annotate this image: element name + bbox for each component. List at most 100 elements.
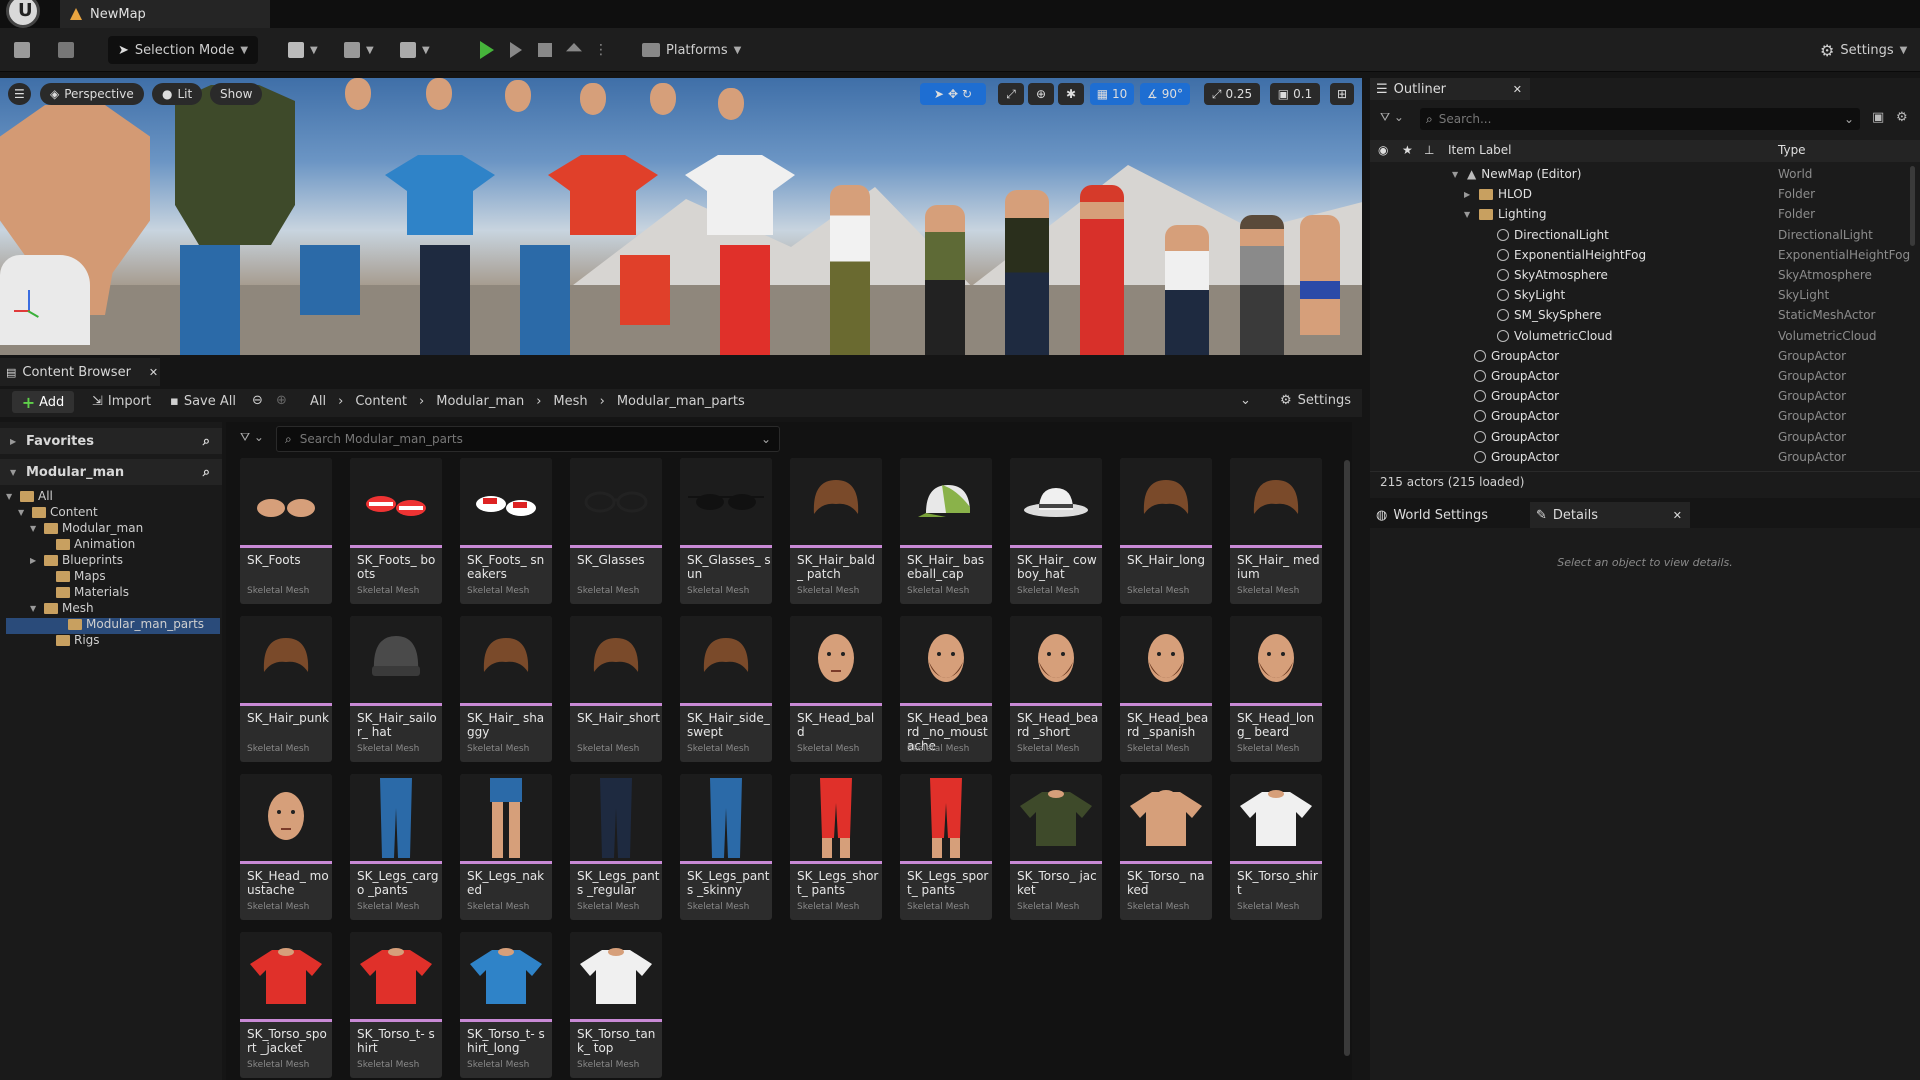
content-browser-tab[interactable]: ▤ Content Browser ✕ (0, 358, 160, 386)
sport-pants-model[interactable] (720, 245, 770, 355)
add-button[interactable]: + Add (12, 391, 74, 413)
pin-icon[interactable]: ⊥ (1424, 143, 1434, 157)
back-icon[interactable]: ⊖ (252, 393, 263, 408)
save-all-button[interactable]: ▪ Save All (170, 394, 236, 409)
asset-tile[interactable]: SK_Hair_short Skeletal Mesh (570, 616, 662, 762)
tree-folder-materials[interactable]: Materials (42, 584, 129, 600)
world-settings-tab[interactable]: ◍ World Settings (1370, 502, 1530, 528)
outliner-search-input[interactable]: ⌕ Search... ⌄ (1420, 108, 1860, 130)
perspective-button[interactable]: ◈ Perspective (40, 83, 144, 105)
tree-folder-mesh[interactable]: ▼ Mesh (30, 600, 94, 616)
asset-tile[interactable]: SK_Hair_ cowboy_hat Skeletal Mesh (1010, 458, 1102, 604)
eject-button[interactable] (560, 36, 588, 64)
outliner-row[interactable]: GroupActor GroupActor (1370, 366, 1920, 386)
play-button[interactable] (474, 36, 500, 64)
chevron-icon[interactable]: ▼ (6, 492, 16, 501)
item-label-column[interactable]: Item Label (1448, 143, 1512, 157)
import-button[interactable]: ⇲ Import (92, 394, 151, 409)
shorts-red-model[interactable] (620, 255, 670, 325)
outliner-row[interactable]: SkyLight SkyLight (1370, 285, 1920, 305)
breadcrumb-item[interactable]: Content (355, 394, 407, 409)
asset-tile[interactable]: SK_Torso_sport _jacket Skeletal Mesh (240, 932, 332, 1078)
character-model[interactable] (1240, 215, 1284, 355)
outliner-row[interactable]: SM_SkySphere StaticMeshActor (1370, 305, 1920, 325)
outliner-row[interactable]: ▶ HLOD Folder (1370, 184, 1920, 204)
asset-tile[interactable]: SK_Legs_short_ pants Skeletal Mesh (790, 774, 882, 920)
asset-tile[interactable]: SK_Torso_ naked Skeletal Mesh (1120, 774, 1212, 920)
show-button[interactable]: Show (210, 83, 263, 105)
outliner-row[interactable]: SkyAtmosphere SkyAtmosphere (1370, 265, 1920, 285)
asset-tile[interactable]: SK_Hair_bald_ patch Skeletal Mesh (790, 458, 882, 604)
jacket-model[interactable] (175, 85, 295, 245)
asset-tile[interactable]: SK_Head_ moustache Skeletal Mesh (240, 774, 332, 920)
outliner-row[interactable]: GroupActor GroupActor (1370, 346, 1920, 366)
breadcrumb-item[interactable]: All (310, 394, 326, 409)
tree-folder-rigs[interactable]: Rigs (42, 632, 100, 648)
content-browser-icon[interactable] (52, 36, 80, 64)
asset-tile[interactable]: SK_Hair_ medium Skeletal Mesh (1230, 458, 1322, 604)
tree-folder-modular-man-parts[interactable]: Modular_man_parts (54, 616, 204, 632)
platforms-button[interactable]: Platforms ▼ (636, 36, 747, 64)
stop-button[interactable] (532, 36, 558, 64)
tree-folder-content[interactable]: ▼ Content (18, 504, 98, 520)
asset-search-input[interactable]: ⌕ Search Modular_man_parts ⌄ (276, 426, 780, 452)
outliner-row[interactable]: GroupActor GroupActor (1370, 447, 1920, 467)
tshirt-blue-model[interactable] (385, 155, 495, 235)
surface-snap-icon[interactable]: ✱ (1058, 83, 1084, 105)
asset-tile[interactable]: SK_Glasses_ sun Skeletal Mesh (680, 458, 772, 604)
tshirt-red-model[interactable] (548, 155, 658, 235)
asset-tile[interactable]: SK_Foots_ sneakers Skeletal Mesh (460, 458, 552, 604)
close-icon[interactable]: ✕ (1673, 509, 1682, 522)
outliner-tab[interactable]: ☰ Outliner ✕ (1370, 78, 1530, 100)
asset-tile[interactable]: SK_Hair_ baseball_cap Skeletal Mesh (900, 458, 992, 604)
outliner-row[interactable]: ▼ ▲ NewMap (Editor) World (1370, 164, 1920, 184)
details-tab[interactable]: ✎ Details ✕ (1530, 502, 1690, 528)
add-actor-button[interactable]: ▼ (282, 36, 324, 64)
asset-tile[interactable]: SK_Glasses Skeletal Mesh (570, 458, 662, 604)
content-settings-button[interactable]: ⚙ Settings (1280, 393, 1351, 408)
lit-button[interactable]: ● Lit (152, 83, 203, 105)
asset-scrollbar[interactable] (1344, 460, 1350, 1056)
asset-tile[interactable]: SK_Hair_sailor_ hat Skeletal Mesh (350, 616, 442, 762)
character-model[interactable] (1080, 185, 1124, 355)
close-icon[interactable]: ✕ (149, 366, 158, 379)
pants-navy-model[interactable] (420, 245, 470, 355)
chevron-down-icon[interactable]: ▼ (1452, 170, 1462, 179)
outliner-row[interactable]: VolumetricCloud VolumetricCloud (1370, 326, 1920, 346)
play-options-button[interactable]: ⋮ (588, 36, 614, 64)
asset-tile[interactable]: SK_Legs_naked Skeletal Mesh (460, 774, 552, 920)
step-button[interactable] (504, 36, 528, 64)
chevron-icon[interactable]: ▶ (30, 556, 40, 565)
search-icon[interactable]: ⌕ (203, 465, 210, 480)
asset-tile[interactable]: SK_Torso_t- shirt Skeletal Mesh (350, 932, 442, 1078)
asset-tile[interactable]: SK_Torso_tank_ top Skeletal Mesh (570, 932, 662, 1078)
outliner-row[interactable]: GroupActor GroupActor (1370, 427, 1920, 447)
pants-blue-model[interactable] (520, 245, 570, 355)
asset-tile[interactable]: SK_Head_beard _spanish Skeletal Mesh (1120, 616, 1212, 762)
chevron-icon[interactable]: ▼ (30, 604, 40, 613)
tree-folder-modular-man[interactable]: ▼ Modular_man (30, 520, 143, 536)
breadcrumb-item[interactable]: Modular_man (436, 394, 524, 409)
filter-icon[interactable]: ⛛ ⌄ (240, 430, 264, 445)
chevron-down-icon[interactable]: ⌄ (1240, 393, 1251, 408)
chevron-icon[interactable]: ▼ (18, 508, 28, 517)
breadcrumb-item[interactable]: Mesh (553, 394, 587, 409)
transform-tools[interactable]: ➤ ✥ ↻ (920, 83, 986, 105)
outliner-row[interactable]: ExponentialHeightFog ExponentialHeightFog (1370, 245, 1920, 265)
grid-snap-button[interactable]: ▦ 10 (1090, 83, 1134, 105)
shorts-model[interactable] (300, 245, 360, 315)
gear-icon[interactable]: ⚙ (1896, 110, 1908, 125)
layout-icon[interactable]: ⊞ (1330, 83, 1354, 105)
pants-model[interactable] (180, 245, 240, 355)
asset-tile[interactable]: SK_Foots Skeletal Mesh (240, 458, 332, 604)
asset-tile[interactable]: SK_Torso_shirt Skeletal Mesh (1230, 774, 1322, 920)
asset-tile[interactable]: SK_Hair_side_ swept Skeletal Mesh (680, 616, 772, 762)
asset-tile[interactable]: SK_Hair_long Skeletal Mesh (1120, 458, 1212, 604)
tree-folder-blueprints[interactable]: ▶ Blueprints (30, 552, 123, 568)
save-icon[interactable] (8, 36, 36, 64)
outliner-row[interactable]: GroupActor GroupActor (1370, 406, 1920, 426)
asset-tile[interactable]: SK_Hair_punk Skeletal Mesh (240, 616, 332, 762)
asset-tile[interactable]: SK_Torso_t- shirt_long Skeletal Mesh (460, 932, 552, 1078)
rotation-snap-button[interactable]: ∡ 90° (1140, 83, 1190, 105)
character-model[interactable] (1165, 225, 1209, 355)
